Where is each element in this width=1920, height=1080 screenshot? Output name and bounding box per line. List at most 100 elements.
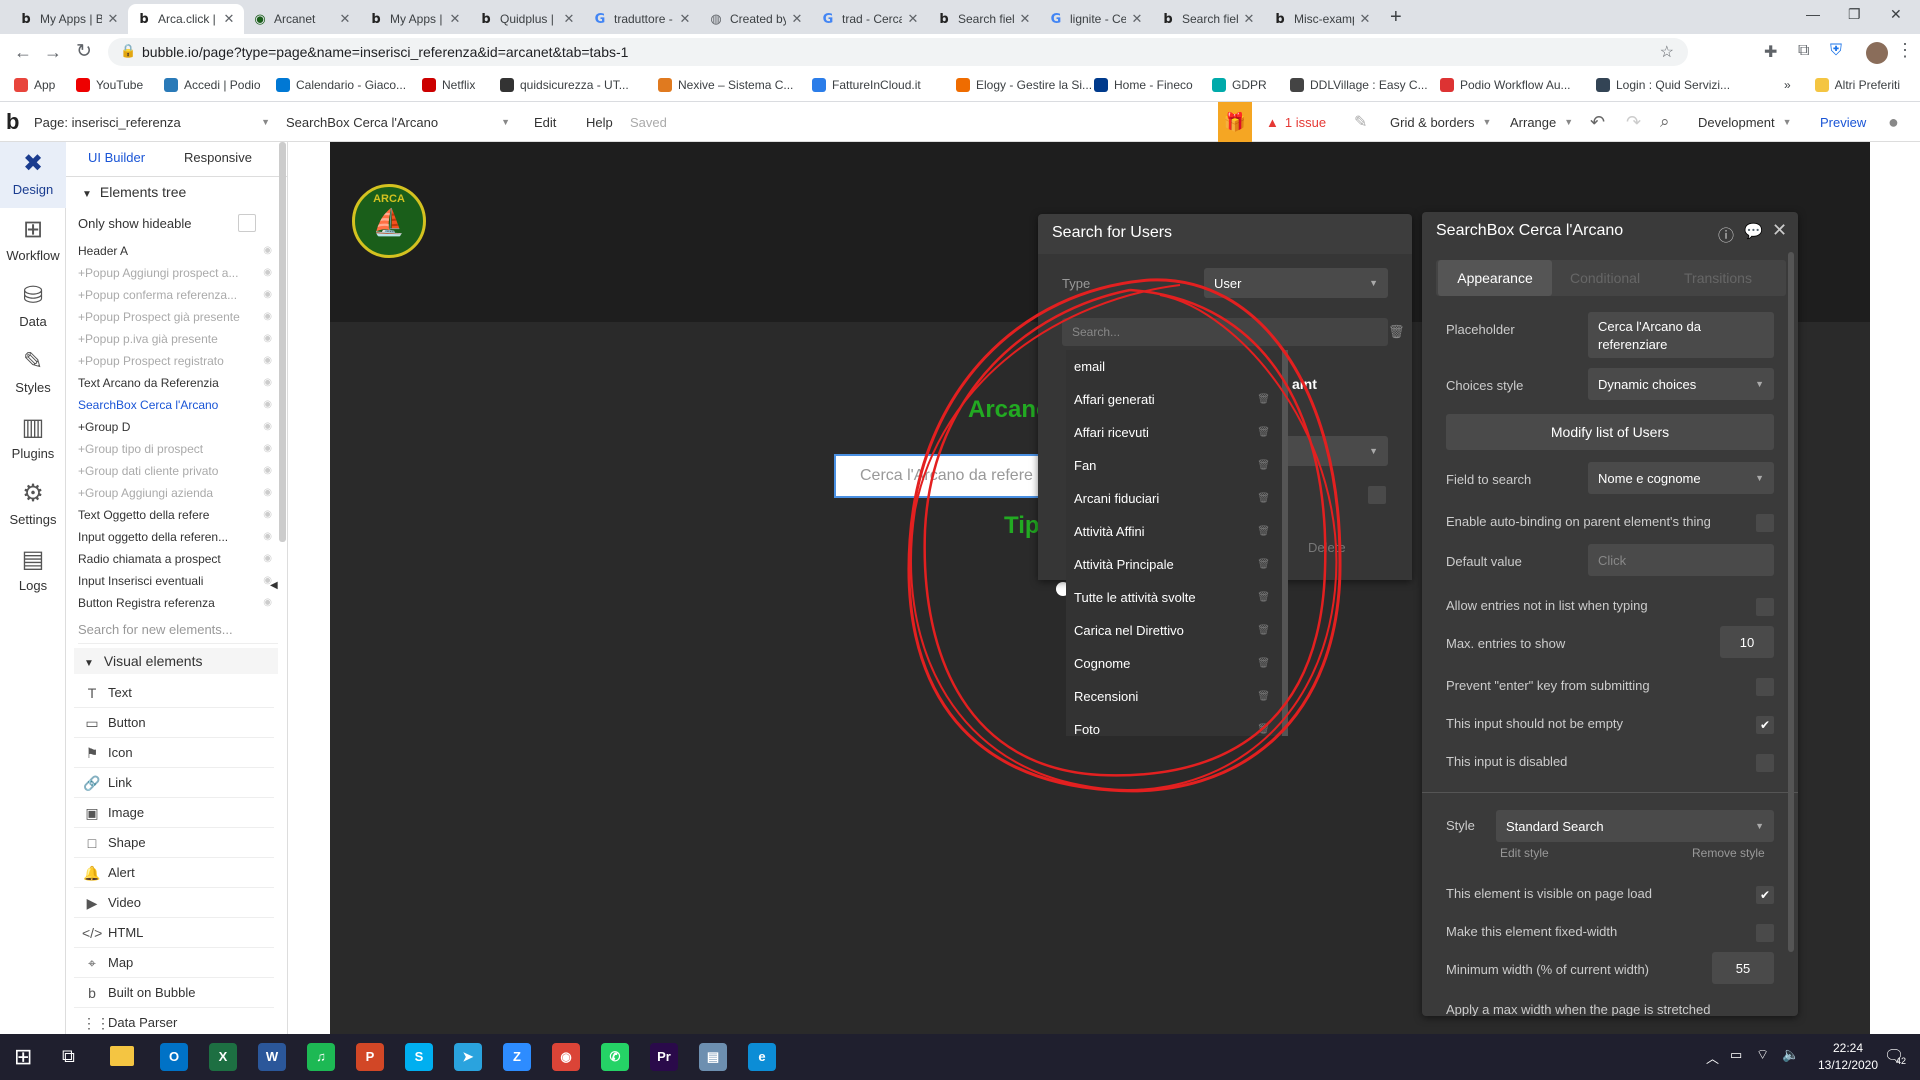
eye-icon[interactable]: ◉ [263, 306, 272, 328]
add-constraint-button[interactable]: aint [1292, 376, 1317, 392]
tree-item[interactable]: Button Registra referenza ◉ [78, 592, 278, 614]
disabled-checkbox[interactable] [1756, 754, 1774, 772]
placeholder-input[interactable]: Cerca l'Arcano da referenziare [1588, 312, 1774, 358]
eye-icon[interactable]: ◉ [263, 548, 272, 570]
other-bookmarks[interactable]: Altri Preferiti [1814, 78, 1900, 92]
spotify-icon[interactable]: ♫ [307, 1043, 335, 1071]
tree-item[interactable]: Text Arcano da Referenzia ◉ [78, 372, 278, 394]
close-tab-icon[interactable]: ✕ [906, 11, 920, 27]
default-value-input[interactable]: Click [1588, 544, 1774, 576]
tab-responsive[interactable]: Responsive [184, 150, 252, 165]
windows-start-icon[interactable]: ⊞ [14, 1044, 32, 1070]
field-option[interactable]: Cognome 🗑 [1074, 647, 1270, 680]
back-arrow-icon[interactable]: ← [14, 42, 32, 63]
close-tab-icon[interactable]: ✕ [1130, 11, 1144, 27]
close-tab-icon[interactable]: ✕ [678, 11, 692, 27]
close-tab-icon[interactable]: ✕ [562, 11, 576, 27]
trash-icon[interactable]: 🗑 [1257, 713, 1270, 736]
dropdown-scrollbar[interactable] [1282, 350, 1288, 736]
elements-tree-header[interactable]: ▼ Elements tree [82, 184, 186, 200]
visual-element-icon[interactable]: ⚑ Icon [74, 738, 274, 768]
trash-icon[interactable]: 🗑 [1257, 449, 1270, 482]
shield-icon[interactable]: ⛨ [1830, 42, 1842, 60]
field-option[interactable]: Recensioni 🗑 [1074, 680, 1270, 713]
close-tab-icon[interactable]: ✕ [448, 11, 462, 27]
bookmark-item[interactable]: YouTube [76, 78, 143, 92]
browser-tab[interactable]: b Quidplus | Bu ✕ [470, 4, 584, 34]
redo-icon[interactable]: ↷ [1626, 102, 1641, 142]
url-input[interactable]: 🔒 bubble.io/page?type=page&name=inserisc… [108, 38, 1688, 66]
file-explorer-icon[interactable] [110, 1046, 134, 1066]
field-option[interactable]: Attività Principale 🗑 [1074, 548, 1270, 581]
visual-element-image[interactable]: ▣ Image [74, 798, 274, 828]
nav-workflow[interactable]: ⊞ Workflow [0, 208, 66, 274]
new-tab-plus-icon[interactable]: + [1390, 6, 1402, 29]
field-option[interactable]: Affari ricevuti 🗑 [1074, 416, 1270, 449]
search-icon[interactable]: ⌕ [1660, 102, 1670, 142]
eye-icon[interactable]: ◉ [263, 350, 272, 372]
tree-item[interactable]: Text Oggetto della refere ◉ [78, 504, 278, 526]
bookmark-item[interactable]: FattureInCloud.it [812, 78, 921, 92]
tab-ui-builder[interactable]: UI Builder [88, 150, 145, 165]
field-option[interactable]: Carica nel Direttivo 🗑 [1074, 614, 1270, 647]
task-view-icon[interactable]: ⧉ [62, 1046, 75, 1067]
close-tab-icon[interactable]: ✕ [1358, 11, 1372, 27]
skype-icon[interactable]: S [405, 1043, 433, 1071]
forward-arrow-icon[interactable]: → [44, 42, 62, 63]
auto-binding-checkbox[interactable] [1756, 514, 1774, 532]
help-menu[interactable]: Help [586, 102, 613, 142]
eye-icon[interactable]: ◉ [263, 284, 272, 306]
bookmark-item[interactable]: Login : Quid Servizi... [1596, 78, 1730, 92]
bookmark-item[interactable]: Home - Fineco [1094, 78, 1193, 92]
premiere-icon[interactable]: Pr [650, 1043, 678, 1071]
fixed-width-checkbox[interactable] [1756, 924, 1774, 942]
wifi-icon[interactable]: ⌔ [1756, 1046, 1769, 1064]
tree-item[interactable]: +Group D ◉ [78, 416, 278, 438]
eye-icon[interactable]: ◉ [263, 240, 272, 262]
visual-element-button[interactable]: ▭ Button [74, 708, 274, 738]
close-tab-icon[interactable]: ✕ [790, 11, 804, 27]
trash-icon[interactable]: 🗑 [1257, 680, 1270, 713]
nav-logs[interactable]: ▤ Logs [0, 538, 66, 604]
bookmark-item[interactable]: Calendario - Giaco... [276, 78, 406, 92]
telegram-icon[interactable]: ➤ [454, 1043, 482, 1071]
bubble-logo-icon[interactable]: b [6, 102, 19, 142]
format-icon[interactable]: ✎ [1354, 102, 1367, 142]
minimize-icon[interactable]: — [1806, 6, 1820, 22]
notepad-icon[interactable]: ▤ [699, 1043, 727, 1071]
eye-icon[interactable]: ◉ [263, 328, 272, 350]
eye-icon[interactable]: ◉ [263, 416, 272, 438]
eye-icon[interactable]: ◉ [263, 526, 272, 548]
field-option[interactable]: email [1074, 350, 1270, 383]
avatar[interactable] [1866, 42, 1888, 64]
tree-item[interactable]: +Popup conferma referenza... ◉ [78, 284, 278, 306]
page-selector[interactable]: Page: inserisci_referenza ▼ [34, 102, 270, 142]
tray-chevron-icon[interactable]: ︿ [1706, 1048, 1719, 1067]
eye-icon[interactable]: ◉ [263, 482, 272, 504]
bookmark-item[interactable]: App [14, 78, 55, 92]
arrange-menu[interactable]: Arrange ▼ [1510, 102, 1573, 142]
browser-tab[interactable]: Glignite - Cerc ✕ [1040, 4, 1152, 34]
tree-item[interactable]: +Popup p.iva già presente ◉ [78, 328, 278, 350]
only-show-hideable-checkbox[interactable] [238, 214, 256, 232]
palette-scrollbar[interactable] [279, 142, 286, 542]
edit-style-link[interactable]: Edit style [1500, 846, 1549, 860]
chrome-icon[interactable]: ◉ [552, 1043, 580, 1071]
field-search-input[interactable]: Search... [1062, 318, 1388, 346]
whatsapp-icon[interactable]: ✆ [601, 1043, 629, 1071]
close-tab-icon[interactable]: ✕ [222, 11, 236, 27]
tree-item[interactable]: Input Inserisci eventuali ◉ [78, 570, 278, 592]
visual-element-text[interactable]: T Text [74, 678, 274, 708]
reload-icon[interactable]: ↻ [76, 40, 92, 63]
browser-tab[interactable]: Gtraduttore - C ✕ [584, 4, 700, 34]
extension-icon[interactable]: ✚ [1764, 42, 1777, 62]
grid-borders-menu[interactable]: Grid & borders ▼ [1390, 102, 1491, 142]
bookmark-item[interactable]: Nexive – Sistema C... [658, 78, 793, 92]
user-account-icon[interactable]: ● [1888, 102, 1899, 142]
property-editor-scrollbar[interactable] [1788, 252, 1794, 952]
tree-item[interactable]: +Group dati cliente privato ◉ [78, 460, 278, 482]
tab-conditional[interactable]: Conditional [1570, 270, 1640, 286]
remove-style-link[interactable]: Remove style [1692, 846, 1765, 860]
close-tab-icon[interactable]: ✕ [106, 11, 120, 27]
system-clock[interactable]: 22:24 13/12/2020 [1810, 1040, 1886, 1074]
